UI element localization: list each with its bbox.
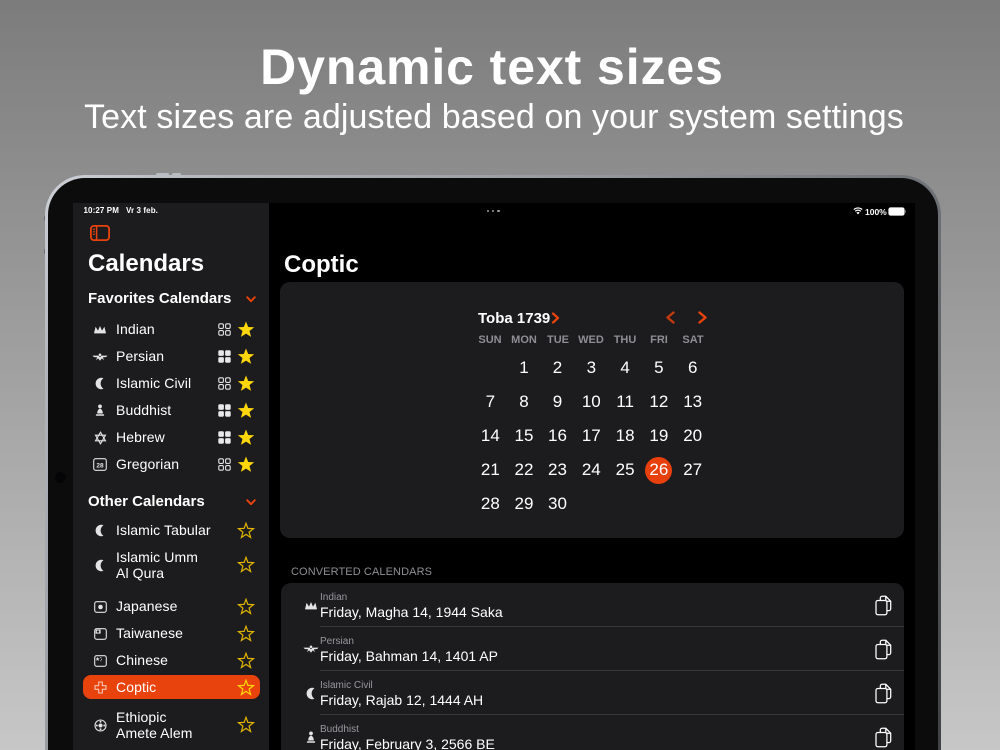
svg-text:28: 28 — [96, 462, 104, 469]
